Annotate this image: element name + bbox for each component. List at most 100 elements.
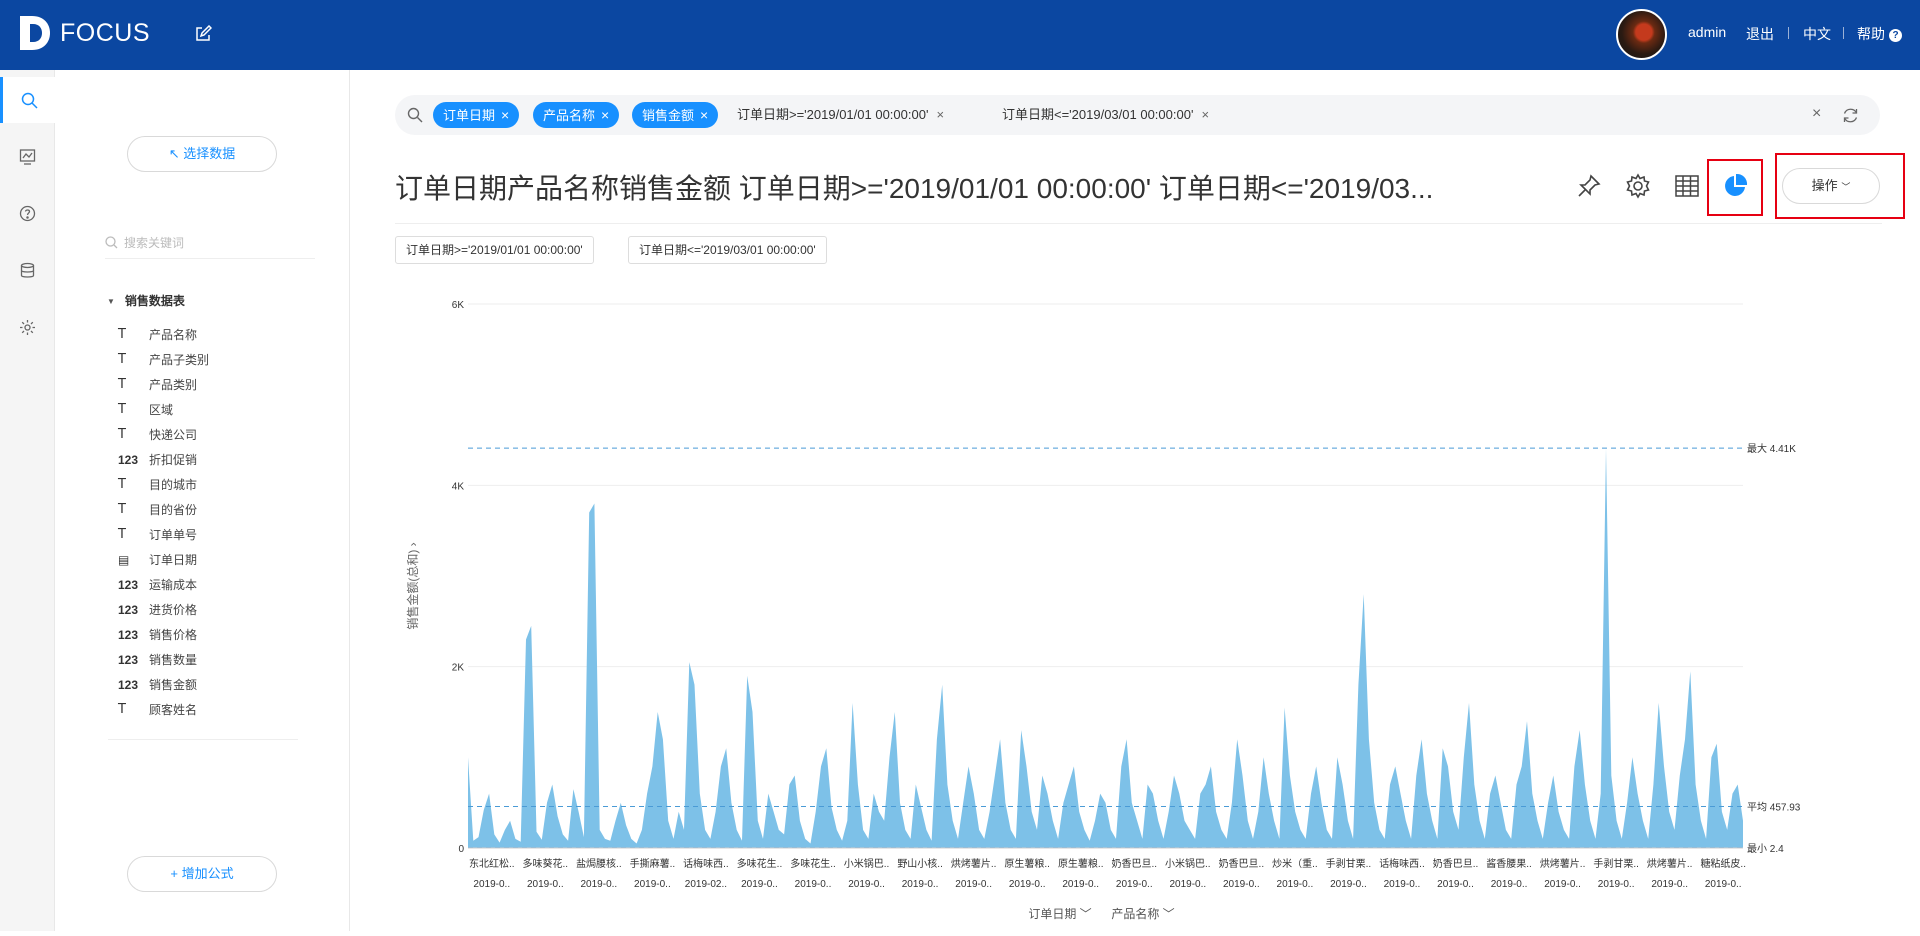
field-item[interactable]: 123 运输成本 — [118, 572, 209, 597]
search-condition[interactable]: 订单日期<='2019/03/01 00:00:00' × — [1002, 102, 1209, 128]
separator — [1788, 27, 1789, 39]
text-type-icon: T — [118, 427, 126, 442]
filter-tag[interactable]: 订单日期<='2019/03/01 00:00:00' — [628, 236, 827, 264]
clear-icon[interactable]: × — [1812, 105, 1821, 123]
x-tick-label: 2019-0.. — [1116, 879, 1153, 890]
logout-link[interactable]: 退出 — [1746, 24, 1774, 44]
rail-data[interactable] — [0, 247, 55, 293]
number-type-icon: 123 — [118, 452, 139, 467]
text-type-icon: T — [118, 402, 126, 417]
field-item[interactable]: T 区域 — [118, 397, 209, 422]
search-chip[interactable]: 订单日期 × — [433, 102, 520, 128]
filter-tag[interactable]: 订单日期>='2019/01/01 00:00:00' — [395, 236, 594, 264]
x-tick-label: 2019-0.. — [1705, 879, 1742, 890]
table-icon[interactable] — [1673, 172, 1701, 200]
x-tick-label: 手剥甘栗.. — [1326, 857, 1372, 870]
question-icon — [19, 205, 36, 221]
field-name: 产品子类别 — [149, 353, 210, 367]
field-item[interactable]: T 顾客姓名 — [118, 697, 209, 722]
rail-dashboard[interactable] — [0, 133, 55, 179]
x-tick-label: 2019-0.. — [1384, 879, 1421, 890]
table-node[interactable]: ▼ 销售数据表 — [107, 292, 185, 309]
field-item[interactable]: T 目的城市 — [118, 472, 209, 497]
select-data-button[interactable]: ↖ 选择数据 — [127, 136, 277, 172]
field-name: 产品名称 — [149, 328, 198, 342]
chip-label: 销售金额 — [642, 108, 695, 123]
number-type-icon: 123 — [118, 627, 139, 642]
search-icon — [407, 107, 423, 123]
chip-label: 订单日期 — [443, 108, 496, 123]
rail-help[interactable] — [0, 190, 55, 236]
search-icon — [105, 236, 118, 249]
y-tick-label: 0 — [458, 844, 464, 855]
search-bar[interactable]: 订单日期 × 产品名称 × 销售金额 × 订单日期>='2019/01/01 00:0… — [395, 95, 1880, 135]
help-link[interactable]: 帮助? — [1857, 24, 1902, 44]
field-name: 目的省份 — [149, 503, 198, 517]
table-name: 销售数据表 — [124, 294, 185, 308]
focus-logo-icon[interactable] — [18, 14, 52, 52]
highlight-box — [1707, 159, 1763, 216]
close-icon[interactable]: × — [936, 107, 944, 122]
field-name: 产品类别 — [149, 378, 198, 392]
field-name: 运输成本 — [149, 578, 198, 592]
number-type-icon: 123 — [118, 652, 139, 667]
x-tick-label: 2019-0.. — [1491, 879, 1528, 890]
field-item[interactable]: 123 销售数量 — [118, 647, 209, 672]
field-item[interactable]: 123 销售价格 — [118, 622, 209, 647]
gear-icon[interactable] — [1624, 172, 1652, 200]
search-chip[interactable]: 销售金额 × — [632, 102, 719, 128]
x-tick-label: 话梅味西.. — [683, 857, 729, 870]
username[interactable]: admin — [1688, 24, 1726, 40]
close-icon[interactable]: × — [700, 107, 708, 123]
field-item[interactable]: 123 进货价格 — [118, 597, 209, 622]
field-name: 订单单号 — [149, 528, 198, 542]
search-icon — [21, 92, 38, 109]
field-item[interactable]: T 产品名称 — [118, 322, 209, 347]
field-item[interactable]: T 目的省份 — [118, 497, 209, 522]
rail-settings[interactable] — [0, 304, 55, 350]
reference-label: 最小 2.4 — [1747, 843, 1784, 855]
chart-svg[interactable]: 0 2K 4K 6K 销售金额(总和) › 最大 4.41K 平均 457.93 最小 2.4… — [395, 280, 1815, 931]
close-icon[interactable]: × — [501, 107, 509, 123]
field-item[interactable]: 123 折扣促销 — [118, 447, 209, 472]
x-tick-label: 2019-02.. — [685, 879, 727, 890]
area-chart[interactable]: 0 2K 4K 6K 销售金额(总和) › 最大 4.41K 平均 457.93 最小 2.4… — [395, 280, 1815, 931]
add-formula-button[interactable]: + 增加公式 — [127, 856, 277, 892]
date-type-icon: ▤ — [118, 552, 130, 567]
search-condition[interactable]: 订单日期>='2019/01/01 00:00:00' × — [737, 102, 944, 128]
x-tick-label: 原生薯粮.. — [1004, 857, 1050, 870]
x-tick-label: 2019-0.. — [741, 879, 778, 890]
field-search-input[interactable]: 搜索关键词 — [105, 227, 315, 259]
field-item[interactable]: T 订单单号 — [118, 522, 209, 547]
x-tick-label: 小米锅巴.. — [1165, 857, 1211, 870]
y-axis-label: 销售金额(总和) › — [405, 542, 420, 629]
text-type-icon: T — [118, 477, 126, 492]
y-tick-label: 6K — [452, 300, 465, 311]
edit-icon[interactable] — [194, 25, 212, 43]
field-item[interactable]: T 产品类别 — [118, 372, 209, 397]
avatar[interactable] — [1616, 9, 1667, 60]
rail-search[interactable] — [0, 77, 55, 123]
close-icon[interactable]: × — [1201, 107, 1209, 122]
close-icon[interactable]: × — [601, 107, 609, 123]
x-tick-label: 多味葵花.. — [523, 857, 569, 870]
x-tick-label: 2019-0.. — [1651, 879, 1688, 890]
language-link[interactable]: 中文 — [1803, 24, 1831, 44]
text-type-icon: T — [118, 377, 126, 392]
x-tick-label: 2019-0.. — [473, 879, 510, 890]
field-item[interactable]: ▤ 订单日期 — [118, 547, 209, 572]
data-panel: ↖ 选择数据 搜索关键词 ▼ 销售数据表 T 产品名称 T 产品子类别 T 产品类别 T 区域 T… — [55, 70, 350, 931]
pin-icon[interactable] — [1575, 172, 1603, 200]
field-item[interactable]: T 产品子类别 — [118, 347, 209, 372]
x-tick-label: 多味花生.. — [790, 857, 836, 870]
separator — [1843, 27, 1844, 39]
field-item[interactable]: 123 销售金额 — [118, 672, 209, 697]
search-chip[interactable]: 产品名称 × — [533, 102, 620, 128]
text-type-icon: T — [118, 327, 126, 342]
x-axis-field[interactable]: 产品名称 ﹀ — [1111, 906, 1174, 921]
refresh-icon[interactable] — [1842, 107, 1859, 124]
x-tick-label: 2019-0.. — [902, 879, 939, 890]
x-axis-field[interactable]: 订单日期 ﹀ — [1028, 907, 1091, 921]
field-item[interactable]: T 快递公司 — [118, 422, 209, 447]
x-tick-label: 2019-0.. — [955, 879, 992, 890]
